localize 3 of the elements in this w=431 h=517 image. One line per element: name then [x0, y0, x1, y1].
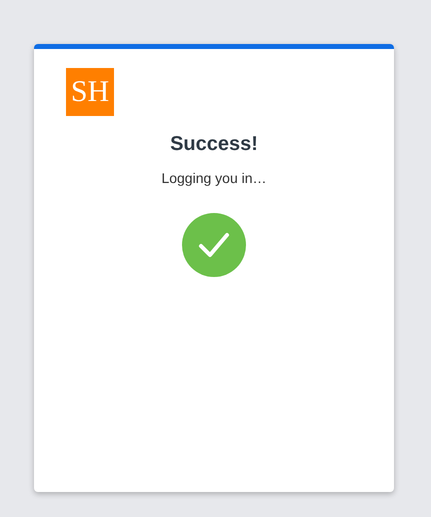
logo-text: SH: [70, 77, 110, 107]
status-message: Logging you in…: [161, 169, 267, 187]
success-title: Success!: [170, 132, 258, 156]
